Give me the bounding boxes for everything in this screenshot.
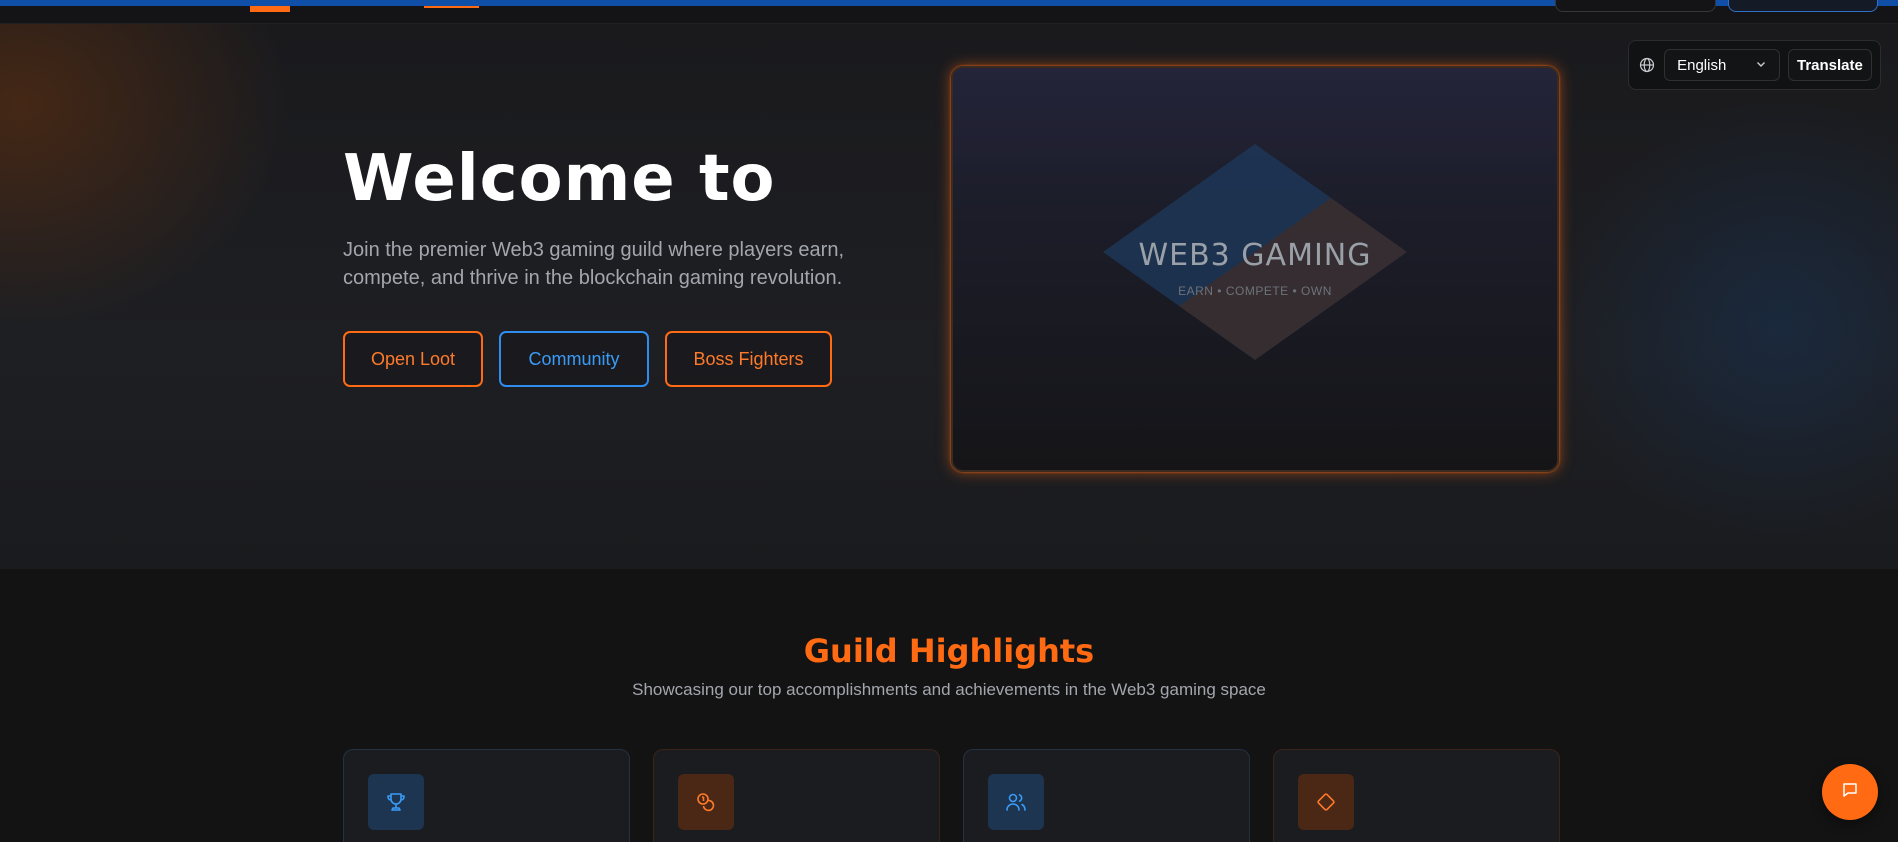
highlight-card-users[interactable] [963,749,1250,842]
chevron-down-icon [1755,57,1767,74]
diamond-icon [1298,774,1354,830]
nav-secondary-button[interactable] [1555,0,1716,12]
highlight-card-diamond[interactable] [1273,749,1560,842]
hero-section [0,24,1898,569]
users-icon [988,774,1044,830]
nav-hover-indicator [424,6,479,8]
hero-banner-card: WEB3 GAMING EARN • COMPETE • OWN [951,66,1559,472]
nav-primary-button[interactable] [1728,0,1878,12]
card-logo-tagline: EARN • COMPETE • OWN [1178,284,1332,298]
highlights-title: Guild Highlights [803,632,1095,670]
hero-subtitle: Join the premier Web3 gaming guild where… [343,239,845,289]
hero-button-group: Open Loot Community Boss Fighters [343,331,832,387]
globe-icon [1637,55,1656,75]
translate-widget: English Translate [1628,40,1881,90]
community-button[interactable]: Community [499,331,649,387]
hero-title: Welcome to [343,142,776,216]
language-select-value: English [1677,56,1727,74]
chat-button[interactable] [1822,764,1878,820]
nav-active-indicator [250,6,290,12]
highlights-subtitle: Showcasing our top accomplishments and a… [632,680,1266,699]
highlight-card-coins[interactable] [653,749,940,842]
translate-button[interactable]: Translate [1787,49,1872,81]
card-logo-title: WEB3 GAMING [1138,238,1372,273]
highlight-card-trophy[interactable] [343,749,630,842]
coins-icon [678,774,734,830]
open-loot-button[interactable]: Open Loot [343,331,483,387]
language-select[interactable]: English [1664,49,1780,81]
chat-icon [1841,781,1859,804]
trophy-icon [368,774,424,830]
top-navbar [0,0,1898,24]
boss-fighters-button[interactable]: Boss Fighters [665,331,832,387]
